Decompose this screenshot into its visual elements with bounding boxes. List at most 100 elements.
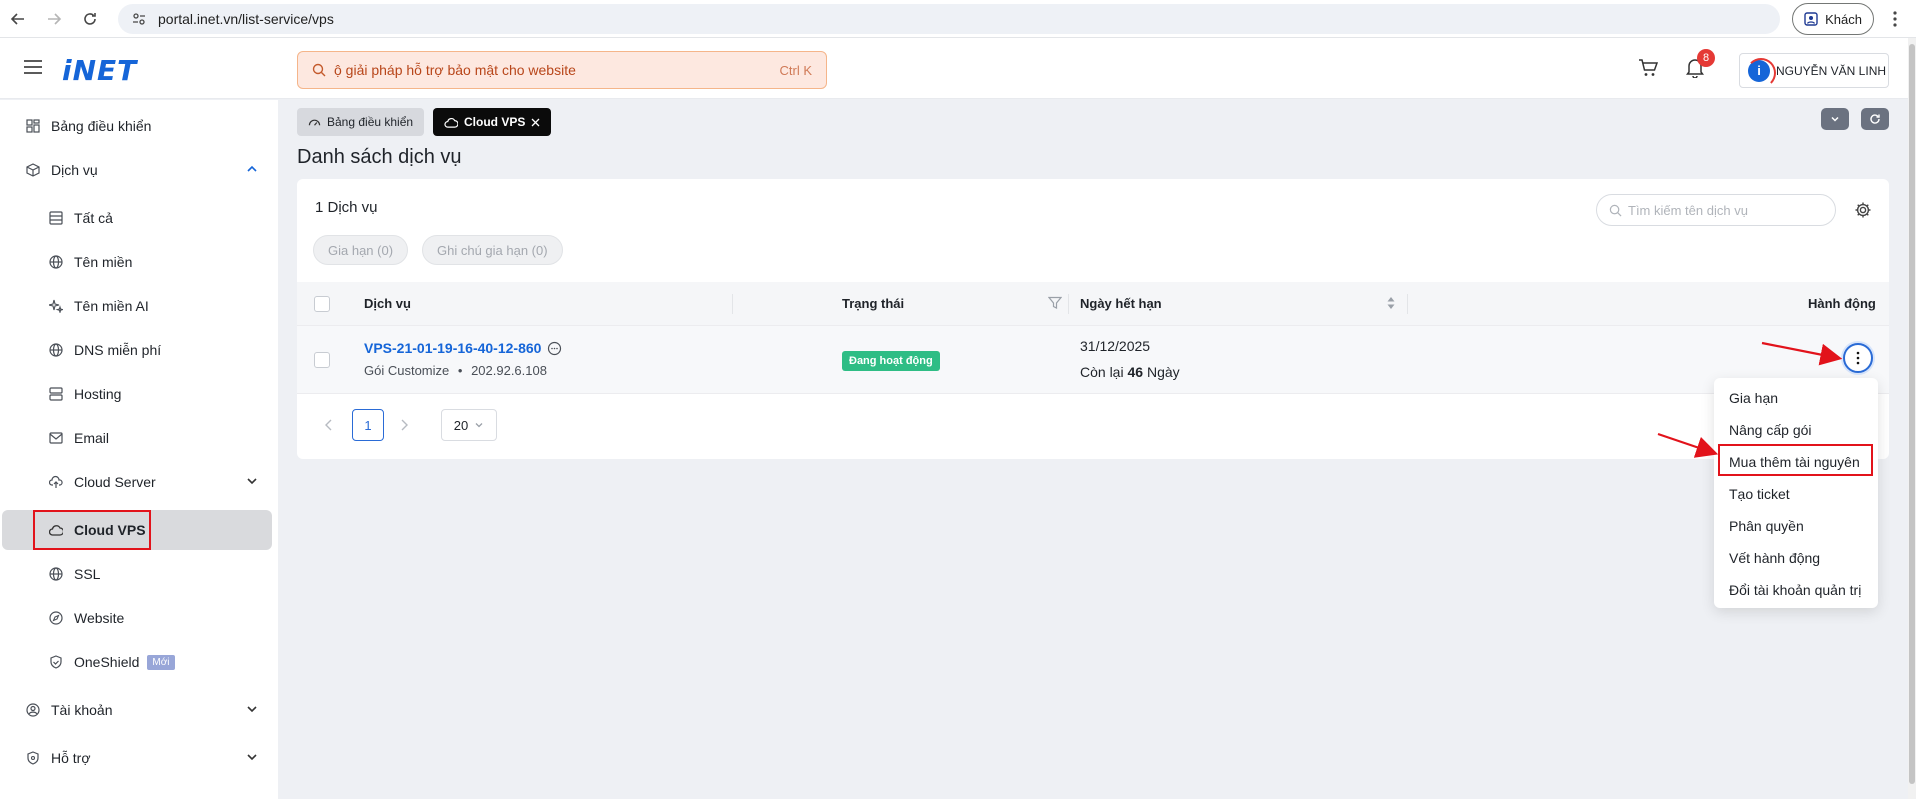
sidebar-item-label: Email [74, 430, 110, 446]
search-placeholder: Tìm kiếm tên dịch vụ [1628, 202, 1748, 218]
sidebar-item-support[interactable]: Hỗ trợ [0, 738, 278, 778]
service-ip: 202.92.6.108 [471, 363, 547, 378]
sidebar-item-label: Hosting [74, 386, 122, 402]
browser-toolbar: portal.inet.vn/list-service/vps Khách [0, 0, 1916, 38]
sidebar-item-label: SSL [74, 566, 101, 582]
user-menu-button[interactable]: i NGUYỄN VĂN LINH [1739, 53, 1889, 88]
dashboard-icon [25, 118, 41, 134]
column-header-status: Trạng thái [842, 296, 905, 311]
table-header: Dịch vụ Trạng thái Ngày hết hạn Hành độn… [297, 282, 1889, 326]
gear-icon[interactable] [1854, 201, 1872, 219]
annotation-highlight-box [1718, 444, 1873, 476]
sidebar: Bảng điều khiển Dịch vụ Tất cả Tên miền … [0, 100, 278, 799]
url-text: portal.inet.vn/list-service/vps [158, 11, 334, 27]
chevron-up-icon[interactable] [246, 163, 258, 175]
guest-profile-button[interactable]: Khách [1792, 3, 1874, 35]
search-icon [1609, 204, 1622, 217]
service-count: 1 Dịch vụ [315, 199, 378, 216]
global-search-bar[interactable]: ộ giải pháp hỗ trợ bảo mật cho website C… [297, 51, 827, 89]
sparkle-icon [48, 298, 64, 314]
address-bar[interactable]: portal.inet.vn/list-service/vps [118, 4, 1780, 34]
globe-icon [48, 254, 64, 270]
sidebar-item-website[interactable]: Website [0, 598, 278, 638]
menu-item-renew[interactable]: Gia hạn [1714, 382, 1878, 414]
renew-note-filter-pill[interactable]: Ghi chú gia hạn (0) [422, 235, 563, 265]
expiry-date: 31/12/2025 [1080, 338, 1151, 354]
row-checkbox[interactable] [314, 352, 330, 368]
notification-count-badge: 8 [1697, 49, 1715, 67]
tab-cloud-vps[interactable]: Cloud VPS [433, 108, 552, 136]
hamburger-menu-icon[interactable] [24, 60, 42, 74]
new-badge: Mới [147, 654, 175, 670]
menu-item-create-ticket[interactable]: Tạo ticket [1714, 478, 1878, 510]
page-scrollbar-track[interactable] [1908, 38, 1916, 799]
menu-item-upgrade-package[interactable]: Nâng cấp gói [1714, 414, 1878, 446]
service-list-card: 1 Dịch vụ Gia hạn (0) Ghi chú gia hạn (0… [297, 179, 1889, 459]
select-all-checkbox[interactable] [314, 296, 330, 312]
sidebar-item-email[interactable]: Email [0, 418, 278, 458]
menu-item-change-admin[interactable]: Đổi tài khoản quản trị [1714, 574, 1878, 606]
sidebar-item-hosting[interactable]: Hosting [0, 374, 278, 414]
chevron-down-icon[interactable] [246, 751, 258, 763]
sidebar-item-dashboard[interactable]: Bảng điều khiển [0, 106, 278, 146]
guest-label: Khách [1825, 11, 1862, 27]
notification-bell-icon[interactable]: 8 [1686, 49, 1715, 78]
server-icon [48, 386, 64, 402]
menu-item-action-log[interactable]: Vết hành động [1714, 542, 1878, 574]
app-header: iNET ộ giải pháp hỗ trợ bảo mật cho webs… [0, 38, 1916, 99]
sidebar-item-label: Hỗ trợ [51, 750, 91, 766]
row-actions-button[interactable] [1843, 343, 1873, 373]
comment-icon [548, 341, 562, 355]
sidebar-item-label: Tên miền AI [74, 298, 149, 314]
sidebar-item-ai-domains[interactable]: Tên miền AI [0, 286, 278, 326]
collapse-tabs-button[interactable] [1821, 108, 1849, 130]
refresh-button[interactable] [1861, 108, 1889, 130]
page-size-select[interactable]: 20 [441, 409, 497, 441]
sidebar-item-oneshield[interactable]: OneShield Mới [0, 642, 278, 682]
reload-icon[interactable] [80, 9, 100, 29]
chevron-down-icon[interactable] [246, 703, 258, 715]
sidebar-item-services[interactable]: Dịch vụ [0, 150, 278, 190]
sidebar-item-free-dns[interactable]: DNS miễn phí [0, 330, 278, 370]
sidebar-item-account[interactable]: Tài khoản [0, 690, 278, 730]
page-size-value: 20 [453, 417, 469, 433]
prev-page-icon[interactable] [319, 409, 339, 441]
site-settings-icon[interactable] [132, 12, 146, 26]
box-icon [25, 162, 41, 178]
tab-dashboard[interactable]: Bảng điều khiển [297, 108, 425, 136]
page-scrollbar-thumb[interactable] [1909, 44, 1915, 784]
mail-icon [48, 430, 64, 446]
page-number-current[interactable]: 1 [352, 409, 384, 441]
sidebar-item-cloud-server[interactable]: Cloud Server [0, 462, 278, 502]
sidebar-item-ssl[interactable]: SSL [0, 554, 278, 594]
browser-menu-icon[interactable] [1885, 9, 1905, 29]
cloud-icon [444, 117, 458, 128]
annotation-highlight-box [33, 510, 151, 550]
renew-filter-pill[interactable]: Gia hạn (0) [313, 235, 409, 265]
menu-item-permissions[interactable]: Phân quyền [1714, 510, 1878, 542]
tab-label: Cloud VPS [464, 115, 526, 129]
service-package: Gói Customize [364, 363, 450, 378]
row-actions-dropdown: Gia hạn Nâng cấp gói Mua thêm tài nguyên… [1714, 378, 1878, 608]
globe-icon [48, 342, 64, 358]
inet-logo[interactable]: iNET [62, 54, 137, 87]
back-icon[interactable] [8, 9, 28, 29]
chevron-down-icon[interactable] [246, 475, 258, 487]
column-divider [1068, 294, 1069, 314]
service-meta: Gói Customize • 202.92.6.108 [364, 363, 547, 378]
forward-icon[interactable] [44, 9, 64, 29]
tab-label: Bảng điều khiển [327, 115, 414, 129]
service-name-link[interactable]: VPS-21-01-19-16-40-12-860 [364, 340, 562, 356]
gauge-icon [308, 119, 321, 126]
close-icon [531, 118, 540, 126]
sort-icon[interactable] [1386, 295, 1396, 311]
sidebar-item-domains[interactable]: Tên miền [0, 242, 278, 282]
service-search-input[interactable]: Tìm kiếm tên dịch vụ [1596, 194, 1836, 226]
chevron-down-icon [1831, 116, 1839, 122]
sidebar-item-all[interactable]: Tất cả [0, 198, 278, 238]
next-page-icon[interactable] [394, 409, 414, 441]
cart-icon[interactable] [1638, 59, 1658, 77]
avatar: i [1746, 57, 1776, 88]
sidebar-item-label: DNS miễn phí [74, 342, 162, 358]
filter-icon[interactable] [1048, 296, 1062, 310]
